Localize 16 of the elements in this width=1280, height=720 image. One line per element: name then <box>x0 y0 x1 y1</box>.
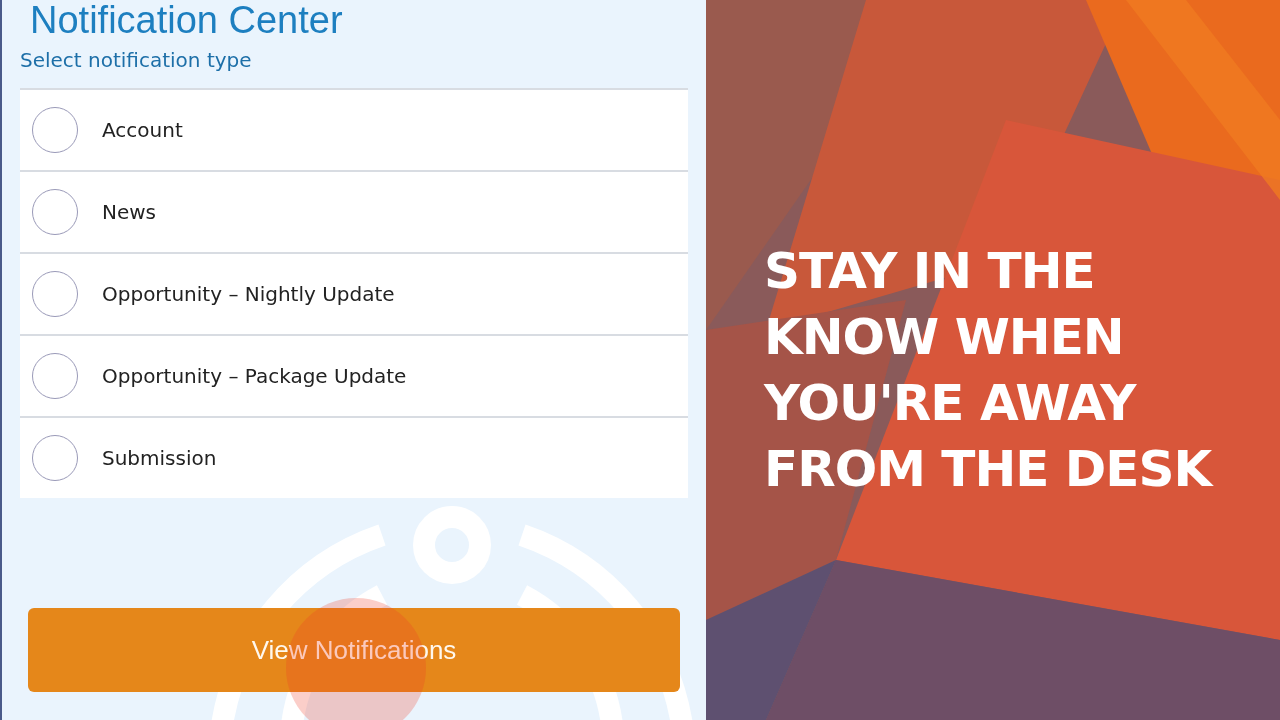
option-row[interactable]: Account <box>20 90 688 172</box>
option-row[interactable]: Opportunity – Nightly Update <box>20 254 688 336</box>
option-row[interactable]: Submission <box>20 418 688 498</box>
option-label: News <box>102 200 157 224</box>
headline-line: YOU'RE AWAY <box>764 373 1138 434</box>
headline-line: KNOW WHEN <box>764 307 1125 368</box>
headline-line: STAY IN THE <box>764 241 1096 302</box>
option-label: Submission <box>102 446 217 470</box>
option-label: Account <box>102 118 183 142</box>
option-label: Opportunity – Package Update <box>102 364 407 388</box>
option-row[interactable]: Opportunity – Package Update <box>20 336 688 418</box>
headline-line: FROM THE DESK <box>764 439 1215 500</box>
screen-title: Notification Center <box>29 0 344 42</box>
section-label: Select notification type <box>20 48 253 72</box>
option-row[interactable]: News <box>20 172 688 254</box>
option-label: Opportunity – Nightly Update <box>102 282 395 306</box>
